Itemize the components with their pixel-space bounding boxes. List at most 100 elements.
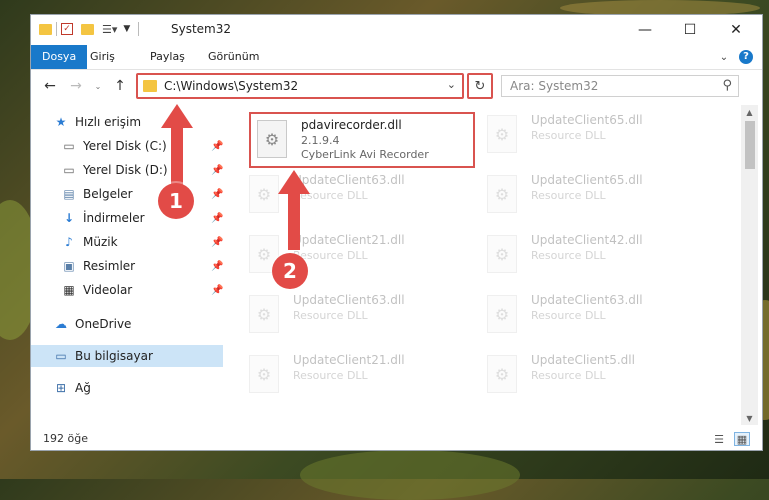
forward-arrow-icon[interactable]: →: [67, 77, 85, 95]
sidebar-item-local-disk-d[interactable]: ▭ Yerel Disk (D:) 📌: [61, 159, 223, 181]
step-2-badge: 2: [272, 253, 308, 289]
scroll-up-icon[interactable]: ▲: [741, 105, 758, 119]
sidebar-item-label: Yerel Disk (C:): [83, 139, 167, 153]
tab-giris[interactable]: Giriş: [79, 45, 126, 69]
dll-file-icon: ⚙: [257, 120, 287, 158]
download-icon: ↓: [63, 211, 75, 225]
sidebar-item-quick-access[interactable]: ★ Hızlı erişim: [53, 111, 223, 133]
search-icon: ⚲: [722, 78, 732, 93]
pin-icon[interactable]: 📌: [211, 189, 223, 200]
back-arrow-icon[interactable]: ←: [41, 77, 59, 95]
dropdown-arrow-icon[interactable]: ▼: [123, 24, 130, 34]
chevron-down-icon[interactable]: ⌄: [447, 78, 456, 91]
status-bar: 192 öğe ☰ ▦: [31, 427, 762, 451]
refresh-button[interactable]: ↻: [467, 73, 493, 99]
dll-file-icon: ⚙: [249, 295, 279, 333]
file-name: UpdateClient63.dll: [293, 173, 405, 187]
file-name: UpdateClient65.dll: [531, 113, 643, 127]
sidebar-item-label: Hızlı erişim: [75, 115, 142, 129]
file-item[interactable]: ⚙ UpdateClient63.dll Resource DLL: [481, 289, 707, 345]
address-path: C:\Windows\System32: [164, 79, 299, 93]
file-name: UpdateClient42.dll: [531, 233, 643, 247]
quick-access-toolbar: ✓ ☰▾ ▼: [39, 21, 143, 37]
title-bar: ✓ ☰▾ ▼ System32 — ☐ ✕: [31, 15, 762, 45]
pin-icon[interactable]: 📌: [211, 165, 223, 176]
window-title: System32: [171, 22, 232, 36]
dll-file-icon: ⚙: [487, 175, 517, 213]
pin-icon[interactable]: 📌: [211, 141, 223, 152]
file-item[interactable]: ⚙ UpdateClient5.dll Resource DLL: [481, 349, 707, 405]
details-view-icon[interactable]: ☰: [711, 432, 727, 446]
pin-icon[interactable]: 📌: [211, 237, 223, 248]
video-icon: ▦: [63, 283, 75, 297]
drive-icon: ▭: [63, 163, 75, 177]
dll-file-icon: ⚙: [487, 355, 517, 393]
file-item[interactable]: ⚙ UpdateClient65.dll Resource DLL: [481, 109, 707, 165]
dll-file-icon: ⚙: [249, 355, 279, 393]
file-description: CyberLink Avi Recorder: [301, 148, 429, 161]
sidebar-item-pictures[interactable]: ▣ Resimler 📌: [61, 255, 223, 277]
file-type: Resource DLL: [531, 369, 606, 382]
file-item[interactable]: ⚙ UpdateClient63.dll Resource DLL: [243, 169, 469, 225]
scroll-down-icon[interactable]: ▼: [741, 411, 758, 425]
customize-icon[interactable]: ☰▾: [102, 23, 117, 36]
file-name: UpdateClient63.dll: [293, 293, 405, 307]
sidebar-item-videos[interactable]: ▦ Videolar 📌: [61, 279, 223, 301]
file-type: Resource DLL: [531, 189, 606, 202]
file-name: UpdateClient63.dll: [531, 293, 643, 307]
pin-icon[interactable]: 📌: [211, 261, 223, 272]
separator: [138, 22, 140, 36]
search-input[interactable]: Ara: System32: [510, 79, 598, 93]
tab-gorunum[interactable]: Görünüm: [197, 45, 270, 69]
properties-icon[interactable]: ✓: [61, 23, 73, 35]
sidebar-item-documents[interactable]: ▤ Belgeler 📌: [61, 183, 223, 205]
address-bar[interactable]: C:\Windows\System32 ⌄: [136, 73, 464, 99]
file-item[interactable]: ⚙ UpdateClient63.dll Resource DLL: [243, 289, 469, 345]
file-name: UpdateClient65.dll: [531, 173, 643, 187]
drive-icon: ▭: [63, 139, 75, 153]
scroll-thumb[interactable]: [745, 121, 755, 169]
new-folder-icon[interactable]: [81, 23, 94, 35]
file-name: UpdateClient21.dll: [293, 233, 405, 247]
computer-icon: ▭: [55, 349, 67, 363]
file-type: Resource DLL: [293, 369, 368, 382]
sidebar-item-local-disk-c[interactable]: ▭ Yerel Disk (C:) 📌: [61, 135, 223, 157]
sidebar-item-downloads[interactable]: ↓ İndirmeler 📌: [61, 207, 223, 229]
file-name: UpdateClient21.dll: [293, 353, 405, 367]
navigation-pane: ★ Hızlı erişim ▭ Yerel Disk (C:) 📌 ▭ Yer…: [31, 105, 225, 423]
vertical-scrollbar[interactable]: ▲ ▼: [741, 105, 758, 425]
sidebar-item-label: Videolar: [83, 283, 133, 297]
pin-icon[interactable]: 📌: [211, 285, 223, 296]
folder-icon: [39, 23, 52, 35]
picture-icon: ▣: [63, 259, 75, 273]
large-icons-view-icon[interactable]: ▦: [734, 432, 750, 446]
highlighted-file-item[interactable]: ⚙ pdavirecorder.dll 2.1.9.4 CyberLink Av…: [249, 112, 475, 168]
explorer-window: ✓ ☰▾ ▼ System32 — ☐ ✕ Dosya Giriş Paylaş…: [30, 14, 763, 451]
file-item[interactable]: ⚙ UpdateClient42.dll Resource DLL: [481, 229, 707, 285]
minimize-button[interactable]: —: [622, 15, 668, 45]
folder-icon: [143, 80, 157, 92]
sidebar-item-this-pc[interactable]: ▭ Bu bilgisayar: [31, 345, 223, 367]
file-item[interactable]: ⚙ UpdateClient21.dll Resource DLL: [243, 349, 469, 405]
sidebar-item-music[interactable]: ♪ Müzik 📌: [61, 231, 223, 253]
file-item[interactable]: ⚙ UpdateClient65.dll Resource DLL: [481, 169, 707, 225]
tab-paylas[interactable]: Paylaş: [139, 45, 196, 69]
sidebar-item-label: Bu bilgisayar: [75, 349, 153, 363]
file-name: UpdateClient5.dll: [531, 353, 635, 367]
pin-icon[interactable]: 📌: [211, 213, 223, 224]
file-type: Resource DLL: [531, 129, 606, 142]
refresh-icon: ↻: [474, 78, 486, 94]
search-box[interactable]: Ara: System32 ⚲: [501, 75, 739, 97]
sidebar-item-network[interactable]: ⊞ Ağ: [53, 377, 223, 399]
sidebar-item-label: Yerel Disk (D:): [83, 163, 168, 177]
up-arrow-icon[interactable]: ↑: [111, 77, 129, 95]
item-count: 192 öğe: [43, 432, 88, 445]
maximize-button[interactable]: ☐: [667, 15, 713, 45]
expand-ribbon-icon[interactable]: ⌄: [716, 49, 732, 65]
help-icon[interactable]: ?: [738, 49, 754, 65]
close-button[interactable]: ✕: [713, 15, 759, 45]
sidebar-item-onedrive[interactable]: ☁ OneDrive: [53, 313, 223, 335]
dll-file-icon: ⚙: [249, 175, 279, 213]
recent-chevron-icon[interactable]: ⌄: [89, 77, 107, 95]
sidebar-item-label: İndirmeler: [83, 211, 145, 225]
